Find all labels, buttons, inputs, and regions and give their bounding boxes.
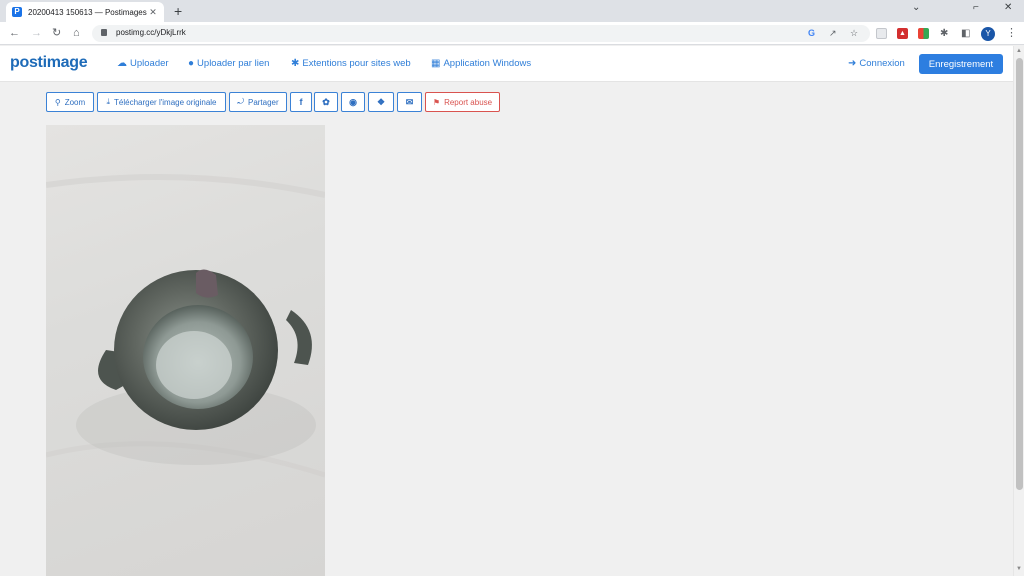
side-panel-icon[interactable]: ◧ — [961, 28, 970, 39]
scrollbar-thumb[interactable] — [1016, 58, 1023, 490]
reload-icon[interactable]: ↻ — [52, 26, 61, 40]
color-extension-icon[interactable] — [918, 28, 929, 39]
zoom-button[interactable]: ⚲ Zoom — [46, 92, 94, 112]
download-icon: ⤓ — [106, 97, 111, 106]
share-label: Partager — [247, 97, 279, 107]
metal-bushing-photo-icon — [46, 174, 325, 478]
browser-tab-strip: P 20200413 150613 — Postimages ✕ + ⌄ ⌐ ✕ — [0, 0, 1024, 22]
login-label: Connexion — [859, 58, 905, 69]
nav-extensions-link[interactable]: ✱ Extentions pour sites web — [291, 58, 411, 69]
download-label: Télécharger l'image originale — [114, 97, 217, 107]
cloud-upload-icon: ☁ — [117, 58, 127, 69]
pdf-extension-icon[interactable]: ▲ — [897, 28, 908, 39]
share-button[interactable]: ⤾ Partager — [229, 92, 287, 112]
nav-upload-link[interactable]: ☁ Uploader — [117, 58, 169, 69]
download-original-button[interactable]: ⤓ Télécharger l'image originale — [97, 92, 226, 112]
zoom-label: Zoom — [64, 97, 86, 107]
tab-title: 20200413 150613 — Postimages — [28, 7, 147, 17]
uploaded-photo[interactable] — [46, 125, 325, 576]
email-share-button[interactable]: ✉ — [397, 92, 422, 112]
back-arrow-icon[interactable]: ← — [9, 26, 20, 40]
report-abuse-button[interactable]: ⚑ Report abuse — [425, 92, 500, 112]
login-link[interactable]: ➜ Connexion — [848, 58, 905, 69]
reddit-share-button[interactable]: ◉ — [341, 92, 365, 112]
reddit-icon: ◉ — [349, 96, 357, 107]
envelope-icon: ✉ — [405, 96, 414, 107]
nav-upload-label: Uploader — [130, 58, 169, 69]
report-label: Report abuse — [444, 97, 493, 107]
nav-windows-app-link[interactable]: ▦ Application Windows — [431, 58, 531, 69]
google-translate-icon[interactable]: G — [808, 28, 815, 38]
tab-search-icon[interactable]: ⌄ — [912, 2, 920, 13]
nav-extensions-label: Extentions pour sites web — [302, 58, 411, 69]
postimages-favicon-icon: P — [12, 7, 22, 17]
vk-share-button[interactable]: ❖ — [368, 92, 394, 112]
windows-icon: ▦ — [431, 58, 441, 69]
globe-icon: ● — [188, 58, 195, 69]
sign-in-icon: ➜ — [848, 58, 857, 69]
browser-toolbar: ← → ↻ ⌂ postimg.cc/yDkjLrrk G ↗ ☆ ▲ ✱ ◧ … — [0, 22, 1024, 45]
vk-icon: ❖ — [376, 96, 386, 107]
home-icon[interactable]: ⌂ — [73, 26, 80, 40]
page-scrollbar[interactable]: ▲ ▼ — [1013, 46, 1024, 576]
share-icon: ⤾ — [237, 97, 244, 106]
site-header: postimage ☁ Uploader ● Uploader par lien… — [0, 46, 1013, 82]
new-tab-button[interactable]: + — [174, 3, 182, 19]
share-page-icon[interactable]: ↗ — [829, 28, 837, 39]
address-bar[interactable]: postimg.cc/yDkjLrrk G ↗ ☆ — [92, 25, 870, 42]
nav-upload-by-link[interactable]: ● Uploader par lien — [188, 58, 269, 69]
tab-close-icon[interactable]: ✕ — [148, 7, 158, 18]
nav-windows-app-label: Application Windows — [443, 58, 532, 69]
register-button[interactable]: Enregistrement — [919, 54, 1003, 74]
puzzle-extensions-icon[interactable]: ✱ — [940, 28, 948, 39]
restore-window-icon[interactable]: ⌐ — [973, 2, 979, 13]
puzzle-icon: ✱ — [291, 58, 300, 69]
lock-icon — [101, 29, 107, 36]
postimage-logo[interactable]: postimage — [10, 54, 88, 72]
twitter-share-button[interactable]: ✿ — [314, 92, 338, 112]
flag-icon: ⚑ — [432, 97, 441, 107]
zoom-search-icon: ⚲ — [54, 97, 61, 107]
extension-doc-icon[interactable] — [876, 28, 887, 39]
url-text[interactable]: postimg.cc/yDkjLrrk — [116, 28, 186, 37]
close-window-icon[interactable]: ✕ — [1004, 2, 1012, 13]
forward-arrow-icon[interactable]: → — [31, 26, 42, 40]
bookmark-star-icon[interactable]: ☆ — [850, 28, 858, 39]
scroll-up-icon[interactable]: ▲ — [1016, 48, 1022, 54]
nav-upload-by-link-label: Uploader par lien — [197, 58, 270, 69]
facebook-share-button[interactable]: f — [290, 92, 312, 112]
browser-tab[interactable]: P 20200413 150613 — Postimages ✕ — [6, 2, 164, 22]
profile-avatar[interactable]: Y — [981, 27, 995, 41]
scroll-down-icon[interactable]: ▼ — [1016, 566, 1022, 572]
browser-menu-icon[interactable]: ⋮ — [1006, 26, 1017, 39]
facebook-icon: f — [299, 97, 303, 107]
twitter-icon: ✿ — [322, 96, 330, 107]
